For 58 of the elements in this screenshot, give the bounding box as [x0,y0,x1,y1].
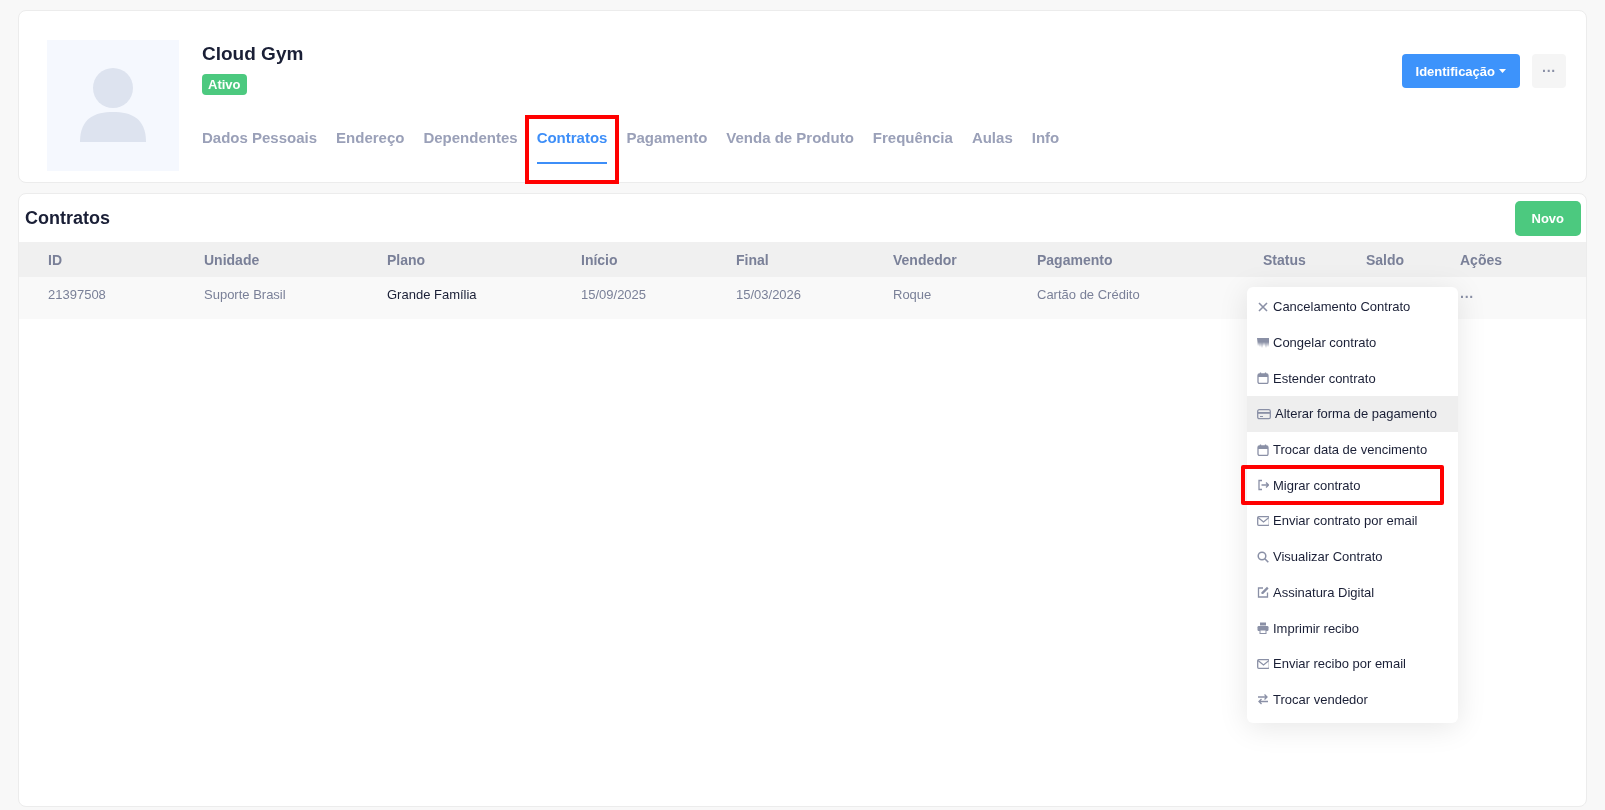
printer-icon [1257,622,1269,635]
calendar-icon [1257,372,1269,385]
tab[interactable]: Frequência [872,129,953,164]
table-cell-text: Grande Família [387,287,478,302]
menu-item[interactable]: Enviar contrato por email [1247,503,1458,539]
menu-item[interactable]: Alterar forma de pagamento [1247,396,1458,432]
table-cell-text: Cartão de Crédito [1037,287,1141,302]
tab[interactable]: Dados Pessoais [202,129,318,164]
column-header: ID [48,251,63,268]
new-button[interactable]: Novo [1514,201,1581,236]
menu-item[interactable]: Enviar recibo por email [1247,645,1458,682]
menu-item[interactable]: Cancelamento Contrato [1247,289,1458,325]
envelope-icon [1257,514,1269,527]
person-silhouette-icon [80,67,146,144]
row-actions-button[interactable]: ··· [1460,289,1474,305]
column-header: Pagamento [1037,251,1114,268]
column-header: Início [581,251,619,268]
column-header: Ações [1460,251,1504,268]
swap-arrows-icon [1257,693,1269,706]
tab[interactable]: Pagamento [626,129,708,164]
table-cell-text: Roque [893,287,933,302]
edit-icon [1257,586,1269,599]
identification-dropdown-button[interactable]: Identificação [1401,54,1520,88]
tab[interactable]: Venda de Produto [726,129,854,164]
column-header: Final [736,251,770,268]
close-icon [1257,300,1269,313]
column-header: Unidade [204,251,261,268]
credit-card-icon [1257,407,1271,420]
search-icon [1257,550,1269,563]
caret-icon [1499,69,1506,73]
exit-arrow-icon [1257,479,1269,492]
menu-item[interactable]: Congelar contrato [1247,324,1458,361]
menu-item[interactable]: Visualizar Contrato [1247,538,1458,575]
tab[interactable]: Aulas [971,129,1013,164]
tab[interactable]: Info [1031,129,1060,164]
menu-item[interactable]: Migrar contrato [1247,467,1458,504]
more-options-button[interactable]: ··· [1532,54,1566,88]
table-cell-text: Suporte Brasil [204,287,287,302]
menu-item[interactable]: Estender contrato [1247,360,1458,397]
tab[interactable]: Contratos [536,129,608,164]
menu-item[interactable]: Assinatura Digital [1247,574,1458,611]
table-cell-text: 15/03/2026 [736,287,803,302]
menu-item[interactable]: Trocar vendedor [1247,681,1458,718]
section-title: Contratos [25,208,110,229]
column-header: Status [1263,251,1307,268]
column-header: Saldo [1366,251,1406,268]
status-badge: Ativo [202,74,247,95]
profile-name: Cloud Gym [202,43,305,65]
menu-item[interactable]: Trocar data de vencimento [1247,431,1458,468]
menu-item[interactable]: Imprimir recibo [1247,610,1458,646]
column-header: Vendedor [893,251,958,268]
tab[interactable]: Dependentes [423,129,518,164]
table-cell-text: 15/09/2025 [581,287,648,302]
table-cell-text: 21397508 [48,287,107,302]
column-header: Plano [387,251,427,268]
envelope-icon [1257,657,1269,670]
tab[interactable]: Endereço [336,129,405,164]
calendar-icon [1257,443,1269,456]
